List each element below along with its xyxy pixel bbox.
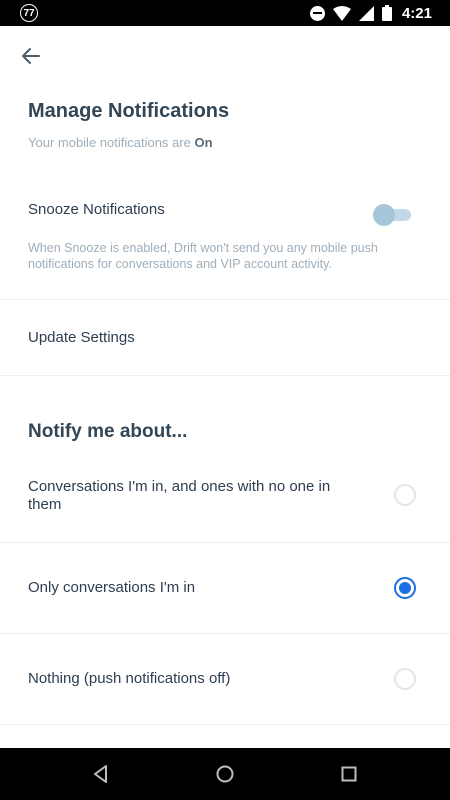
nav-recents-button[interactable] (338, 763, 360, 785)
wifi-icon (332, 5, 351, 21)
recents-square-icon (341, 766, 357, 782)
back-triangle-icon (94, 765, 107, 783)
status-icons: 4:21 (309, 3, 432, 23)
clock: 4:21 (401, 4, 432, 22)
notification-status-text: Your mobile notifications are On (28, 135, 213, 150)
nav-back-button[interactable] (90, 763, 112, 785)
option-label: Nothing (push notifications off) (28, 670, 231, 687)
page-title: Manage Notifications (28, 100, 230, 122)
battery-icon (381, 5, 392, 21)
update-settings-button[interactable]: Update Settings (28, 329, 135, 346)
section-title: Notify me about... (28, 421, 188, 442)
signal-icon (358, 5, 374, 21)
subtitle-prefix: Your mobile notifications are (28, 135, 195, 150)
notification-status-value: On (194, 135, 213, 150)
status-bar: 77 4:21 (0, 0, 450, 26)
snooze-toggle[interactable] (373, 204, 413, 226)
back-button[interactable] (18, 43, 44, 69)
radio-all-conversations[interactable] (394, 484, 416, 506)
radio-nothing[interactable] (394, 668, 416, 690)
snooze-description: When Snooze is enabled, Drift won't send… (28, 241, 378, 271)
divider (0, 299, 450, 300)
notification-count-icon: 77 (20, 4, 38, 22)
option-all-conversations[interactable]: Conversations I'm in, and ones with no o… (0, 470, 450, 542)
option-label: Conversations I'm in, and ones with no o… (28, 478, 331, 513)
home-circle-icon (216, 765, 234, 783)
arrow-left-icon (22, 48, 40, 64)
radio-my-conversations[interactable] (394, 577, 416, 599)
divider (0, 724, 450, 725)
option-label: Only conversations I'm in (28, 579, 196, 596)
option-nothing[interactable]: Nothing (push notifications off) (0, 634, 450, 724)
system-nav-bar (0, 748, 450, 800)
option-my-conversations[interactable]: Only conversations I'm in (0, 543, 450, 633)
toggle-thumb (373, 204, 395, 226)
snooze-label: Snooze Notifications (28, 201, 165, 218)
do-not-disturb-icon (309, 5, 325, 21)
divider (0, 375, 450, 376)
nav-home-button[interactable] (214, 763, 236, 785)
